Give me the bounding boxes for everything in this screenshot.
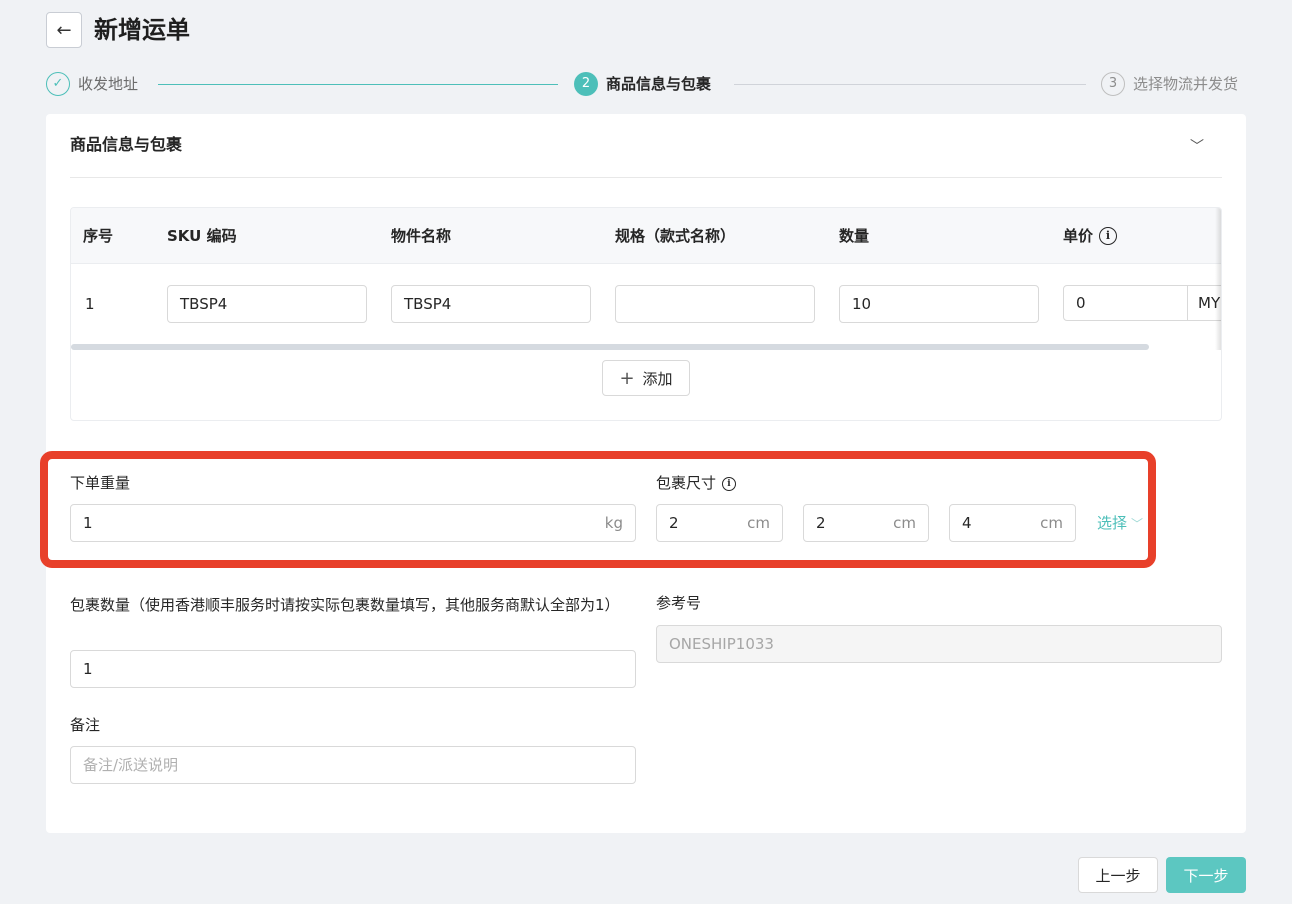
reference-label: 参考号	[656, 594, 702, 612]
remark-label: 备注	[70, 716, 101, 734]
length-input[interactable]: 2 cm	[656, 504, 783, 542]
select-label: 选择	[1097, 514, 1128, 532]
price-input-group[interactable]: 0 MY	[1063, 285, 1221, 321]
weight-value: 1	[83, 514, 93, 532]
horizontal-scrollbar[interactable]	[71, 344, 1149, 350]
chevron-down-icon: ﹀	[1131, 517, 1144, 531]
column-header: 序号	[83, 227, 114, 245]
step-number: 3	[1101, 72, 1125, 96]
arrow-left-icon: ←	[56, 19, 72, 41]
spec-input[interactable]	[615, 285, 815, 323]
package-count-value: 1	[83, 660, 93, 678]
check-icon: ✓	[46, 72, 70, 96]
step-label: 选择物流并发货	[1133, 75, 1239, 93]
step-goods: 2 商品信息与包裹	[574, 72, 711, 96]
length-unit: cm	[747, 514, 770, 532]
step-number: 2	[574, 72, 598, 96]
weight-label: 下单重量	[70, 474, 131, 492]
reference-value: ONESHIP1033	[669, 635, 774, 653]
dimensions-label-text: 包裹尺寸	[656, 474, 717, 492]
height-value: 4	[962, 514, 972, 532]
weight-unit: kg	[604, 514, 623, 532]
width-value: 2	[816, 514, 826, 532]
sku-input[interactable]: TBSP4	[167, 285, 367, 323]
select-size-dropdown[interactable]: 选择 ﹀	[1097, 504, 1143, 543]
quantity-input[interactable]: 10	[839, 285, 1039, 323]
length-value: 2	[669, 514, 679, 532]
column-header: SKU 编码	[167, 227, 237, 245]
info-icon[interactable]: i	[1099, 227, 1118, 245]
width-input[interactable]: 2 cm	[803, 504, 929, 542]
column-header-label: 单价	[1063, 227, 1094, 245]
item-name-input[interactable]: TBSP4	[391, 285, 591, 323]
reference-input: ONESHIP1033	[656, 625, 1222, 663]
column-header-price: 单价 i	[1063, 226, 1118, 246]
chevron-down-icon[interactable]: ﹀	[1190, 136, 1204, 156]
add-item-button[interactable]: + 添加	[602, 360, 690, 396]
page-title: 新增运单	[94, 16, 190, 44]
height-unit: cm	[1040, 514, 1063, 532]
info-icon[interactable]: i	[722, 476, 737, 491]
column-header: 数量	[839, 227, 870, 245]
step-label: 商品信息与包裹	[606, 75, 712, 93]
width-unit: cm	[893, 514, 916, 532]
row-index: 1	[85, 295, 95, 313]
back-button[interactable]: ←	[46, 12, 82, 48]
package-count-input[interactable]: 1	[70, 650, 636, 688]
weight-input[interactable]: 1 kg	[70, 504, 636, 542]
dimensions-label: 包裹尺寸 i	[656, 472, 737, 494]
add-label: 添加	[642, 369, 673, 388]
table-header: 序号 SKU 编码 物件名称 规格（款式名称） 数量 单价 i	[71, 208, 1221, 264]
next-step-button[interactable]: 下一步	[1166, 857, 1246, 893]
goods-table: 序号 SKU 编码 物件名称 规格（款式名称） 数量 单价 i 1 TBSP4 …	[70, 207, 1222, 421]
remark-input[interactable]: 备注/派送说明	[70, 746, 636, 784]
column-header: 规格（款式名称）	[615, 227, 736, 245]
column-header: 物件名称	[391, 227, 452, 245]
step-address: ✓ 收发地址	[46, 72, 138, 96]
package-count-label: 包裹数量（使用香港顺丰服务时请按实际包裹数量填写，其他服务商默认全部为1）	[70, 596, 620, 614]
step-logistics: 3 选择物流并发货	[1101, 72, 1238, 96]
prev-step-button[interactable]: 上一步	[1078, 857, 1158, 893]
section-title: 商品信息与包裹	[70, 135, 183, 154]
divider	[70, 177, 1222, 178]
price-input[interactable]: 0	[1064, 286, 1188, 320]
step-connector	[734, 84, 1086, 85]
remark-placeholder: 备注/派送说明	[83, 756, 179, 774]
step-label: 收发地址	[78, 75, 139, 93]
height-input[interactable]: 4 cm	[949, 504, 1076, 542]
scroll-shadow	[1215, 208, 1221, 350]
plus-icon: +	[619, 367, 635, 389]
step-connector	[158, 84, 558, 85]
